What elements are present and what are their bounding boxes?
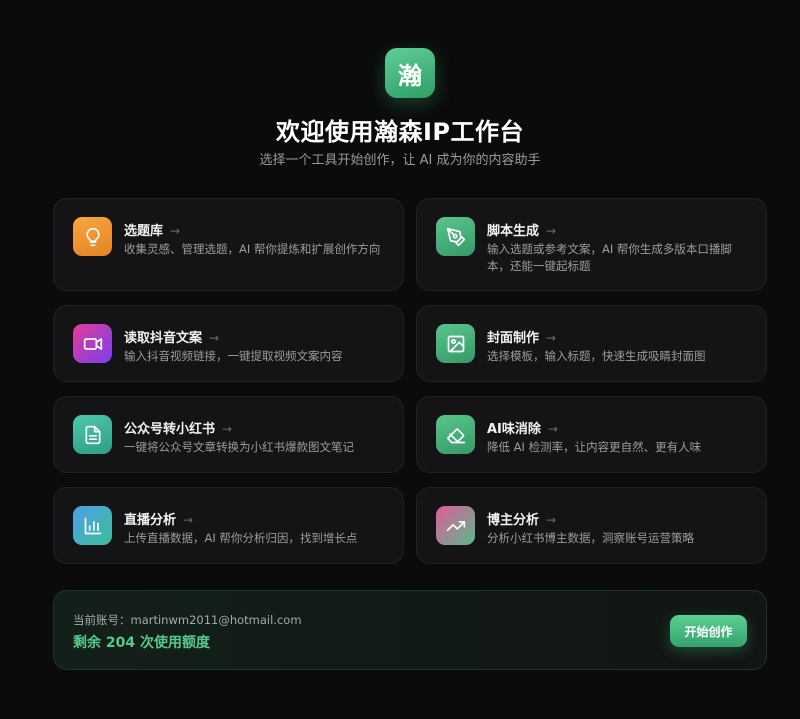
- tool-card-description: 上传直播数据，AI 帮你分析归因，找到增长点: [124, 531, 358, 545]
- tool-card-description: 输入选题或参考文案，AI 帮你生成多版本口播脚本，还能一键起标题: [487, 242, 732, 273]
- tool-card-title: 博主分析 →: [487, 513, 557, 528]
- image-icon: [436, 324, 475, 363]
- tool-card-title: 直播分析 →: [124, 513, 194, 528]
- tool-card-title: 选题库 →: [124, 224, 181, 239]
- video-camera-icon: [73, 324, 112, 363]
- arrow-right-icon: →: [546, 513, 557, 527]
- tool-card-title: 读取抖音文案 →: [124, 331, 220, 346]
- arrow-right-icon: →: [209, 331, 220, 345]
- bar-chart-icon: [73, 506, 112, 545]
- tool-card-description: 收集灵感、管理选题，AI 帮你提炼和扩展创作方向: [124, 242, 381, 256]
- usage-quota: 剩余 204 次使用额度: [73, 635, 210, 651]
- arrow-right-icon: →: [547, 422, 558, 436]
- lightbulb-icon: [73, 217, 112, 256]
- document-icon: [73, 415, 112, 454]
- tool-card-cover-maker[interactable]: 封面制作 → 选择模板，输入标题，快速生成吸睛封面图: [416, 305, 767, 382]
- arrow-right-icon: →: [183, 513, 194, 527]
- tool-card-description: 降低 AI 检测率，让内容更自然、更有人味: [487, 440, 702, 454]
- arrow-right-icon: →: [546, 331, 557, 345]
- pen-nib-icon: [436, 217, 475, 256]
- tool-card-description: 选择模板，输入标题，快速生成吸睛封面图: [487, 349, 706, 363]
- arrow-right-icon: →: [170, 224, 181, 238]
- tool-card-title: 脚本生成 →: [487, 224, 557, 239]
- page-subtitle: 选择一个工具开始创作，让 AI 成为你的内容助手: [259, 153, 541, 168]
- tool-card-wechat-to-xiaohongshu[interactable]: 公众号转小红书 → 一键将公众号文章转换为小红书爆款图文笔记: [53, 396, 404, 473]
- account-label: 当前账号：: [73, 613, 131, 627]
- tool-card-title: 公众号转小红书 →: [124, 422, 233, 437]
- tool-card-douyin-transcript[interactable]: 读取抖音文案 → 输入抖音视频链接，一键提取视频文案内容: [53, 305, 404, 382]
- arrow-right-icon: →: [546, 224, 557, 238]
- start-creating-button[interactable]: 开始创作: [670, 615, 747, 647]
- tool-card-description: 一键将公众号文章转换为小红书爆款图文笔记: [124, 440, 354, 454]
- account-panel: 当前账号：martinwm2011@hotmail.com 剩余 204 次使用…: [53, 590, 767, 670]
- account-email: martinwm2011@hotmail.com: [130, 613, 302, 627]
- page-title: 欢迎使用瀚森IP工作台: [275, 118, 525, 146]
- tool-card-description: 输入抖音视频链接，一键提取视频文案内容: [124, 349, 343, 363]
- logo-char: 瀚: [398, 61, 422, 90]
- tool-card-description: 分析小红书博主数据，洞察账号运营策略: [487, 531, 694, 545]
- tool-card-blogger-analysis[interactable]: 博主分析 → 分析小红书博主数据，洞察账号运营策略: [416, 487, 767, 564]
- account-info: 当前账号：martinwm2011@hotmail.com: [73, 612, 302, 628]
- tool-card-script-generation[interactable]: 脚本生成 → 输入选题或参考文案，AI 帮你生成多版本口播脚本，还能一键起标题: [416, 198, 767, 291]
- app-logo: 瀚: [385, 48, 435, 98]
- trending-up-icon: [436, 506, 475, 545]
- arrow-right-icon: →: [222, 422, 233, 436]
- tool-card-ai-flavor-removal[interactable]: AI味消除 → 降低 AI 检测率，让内容更自然、更有人味: [416, 396, 767, 473]
- tool-card-topic-library[interactable]: 选题库 → 收集灵感、管理选题，AI 帮你提炼和扩展创作方向: [53, 198, 404, 291]
- eraser-icon: [436, 415, 475, 454]
- tool-card-title: 封面制作 →: [487, 331, 557, 346]
- tool-card-title: AI味消除 →: [487, 422, 558, 437]
- quota-count: 204: [105, 635, 136, 651]
- tool-card-live-analysis[interactable]: 直播分析 → 上传直播数据，AI 帮你分析归因，找到增长点: [53, 487, 404, 564]
